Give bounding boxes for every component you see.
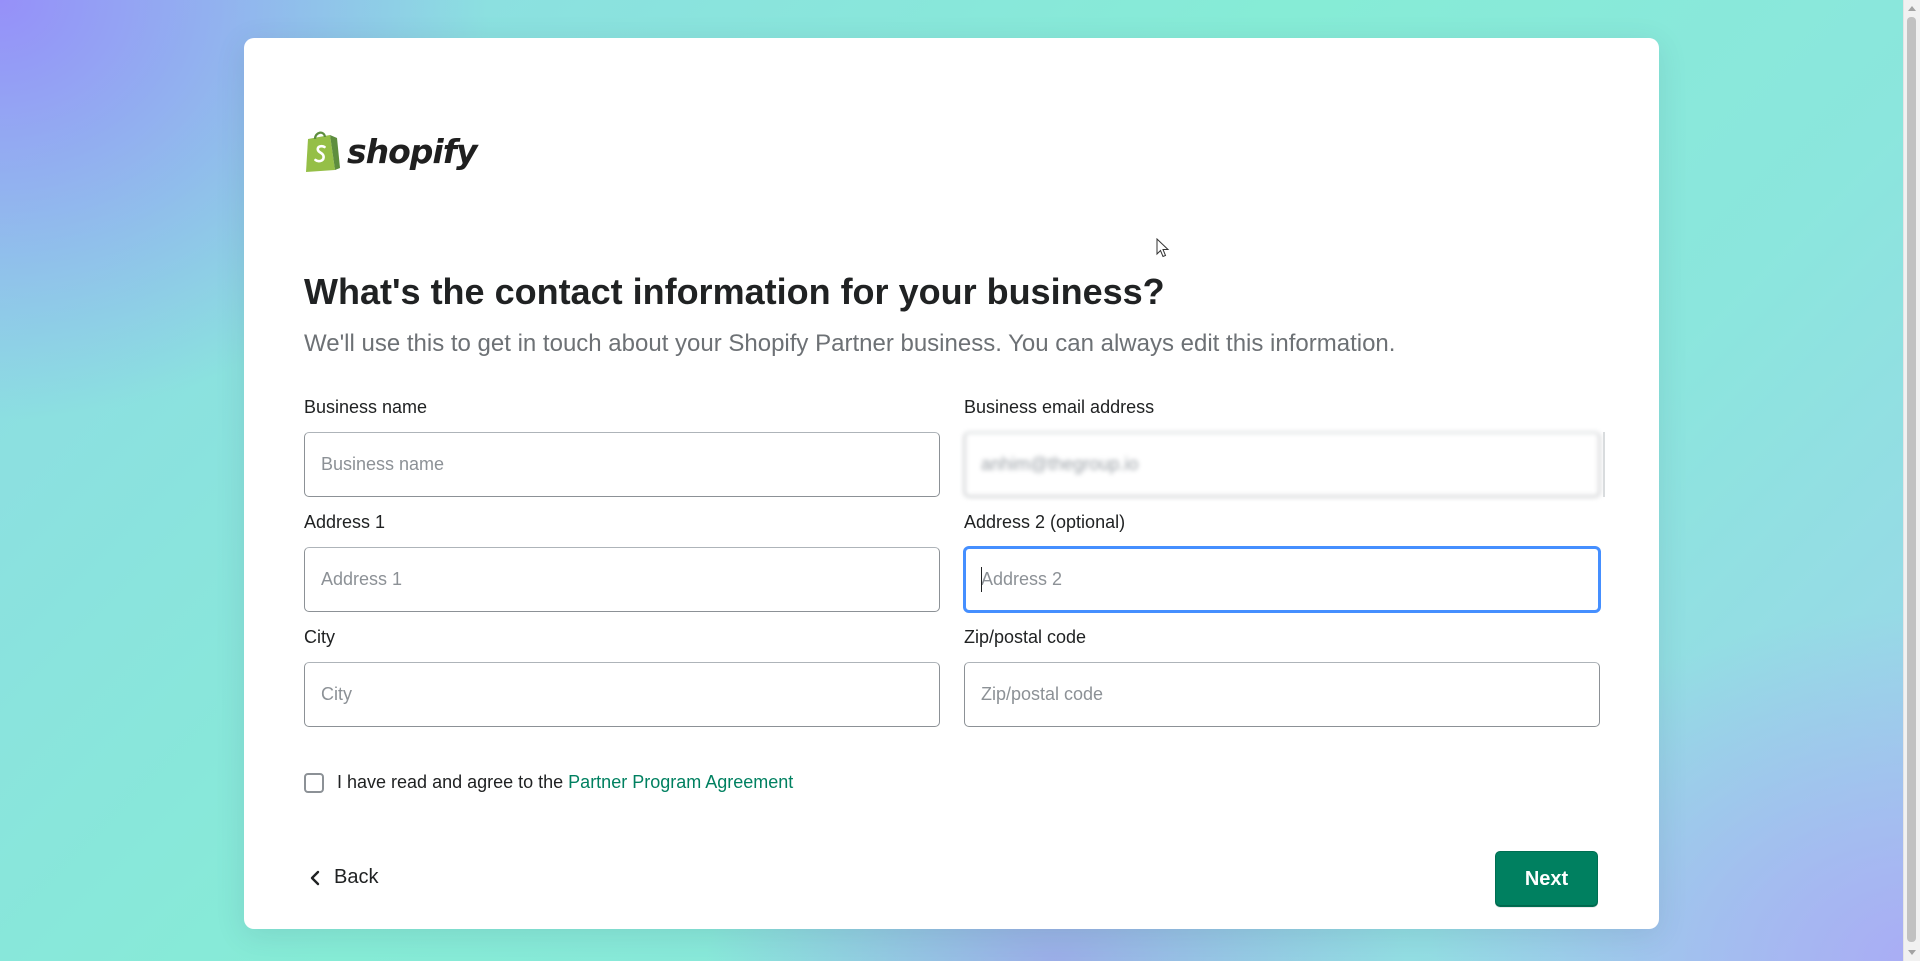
next-button[interactable]: Next [1495,851,1598,907]
scroll-up-icon[interactable] [1908,6,1916,11]
address1-field: Address 1 [304,510,940,612]
zip-input[interactable] [964,662,1600,727]
text-caret [981,567,982,592]
business-name-field: Business name [304,395,940,497]
agreement-row: I have read and agree to the Partner Pro… [304,772,793,793]
business-email-input[interactable] [964,432,1600,497]
page-subtitle: We'll use this to get in touch about you… [304,330,1396,357]
agreement-text: I have read and agree to the [337,772,564,792]
zip-field: Zip/postal code [964,625,1600,727]
scrollbar-thumb[interactable] [1907,17,1916,942]
shopify-bag-icon [306,131,340,172]
scroll-down-icon[interactable] [1908,950,1916,955]
mouse-cursor-icon [1156,238,1170,258]
address2-field: Address 2 (optional) [964,510,1600,612]
agreement-checkbox[interactable] [304,772,324,793]
partner-agreement-link[interactable]: Partner Program Agreement [568,772,793,793]
address1-input[interactable] [304,547,940,612]
shopify-logo: shopify [304,128,478,174]
email-field-edge [1603,432,1605,497]
back-button-label: Back [334,866,379,888]
signup-card: shopify What's the contact information f… [244,38,1659,929]
zip-label: Zip/postal code [964,627,1087,647]
business-email-field: Business email address [964,395,1605,497]
business-email-label: Business email address [964,397,1155,417]
back-button[interactable]: Back [310,866,378,889]
city-label: City [304,627,335,647]
page-title: What's the contact information for your … [304,271,1165,312]
address1-label: Address 1 [304,512,386,532]
business-name-input[interactable] [304,432,940,497]
city-input[interactable] [304,662,940,727]
address2-input[interactable] [964,547,1600,612]
page-scrollbar[interactable] [1903,0,1920,961]
address2-label: Address 2 (optional) [964,512,1126,532]
chevron-left-icon [310,870,320,885]
city-field: City [304,625,940,727]
business-name-label: Business name [304,397,428,417]
shopify-wordmark: shopify [347,131,478,171]
